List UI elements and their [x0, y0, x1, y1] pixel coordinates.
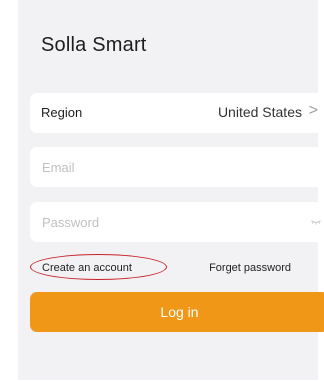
- email-field-container: [30, 147, 324, 187]
- password-field[interactable]: [30, 202, 324, 242]
- eye-closed-icon[interactable]: [311, 219, 321, 225]
- region-selector[interactable]: Region United States >: [30, 93, 324, 133]
- forget-password-link[interactable]: Forget password: [209, 262, 291, 274]
- password-field-container: [30, 202, 324, 242]
- app-title: Solla Smart: [41, 34, 147, 56]
- login-button[interactable]: Log in: [30, 292, 324, 332]
- email-field[interactable]: [30, 147, 324, 187]
- region-value: United States: [217, 104, 302, 120]
- login-panel: Solla Smart Region United States > Creat…: [18, 0, 324, 380]
- region-label: Region: [41, 105, 83, 120]
- create-account-link[interactable]: Create an account: [42, 262, 132, 274]
- chevron-right-icon: >: [308, 102, 318, 119]
